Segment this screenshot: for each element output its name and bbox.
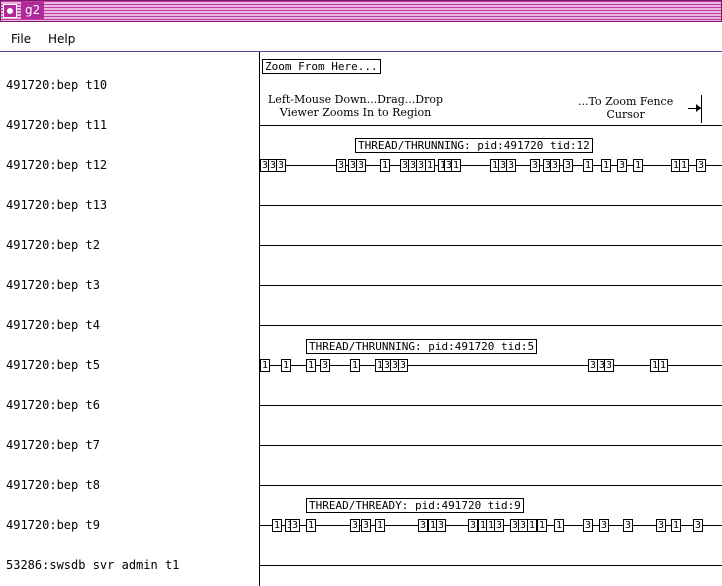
timeline-canvas[interactable]: Zoom From Here... Left-Mouse Down...Drag…	[259, 52, 722, 586]
event-marker[interactable]: 3	[361, 519, 372, 532]
zoom-fence-cursor-icon	[688, 95, 704, 123]
thread-track	[260, 285, 722, 286]
event-marker[interactable]: 3	[599, 519, 610, 532]
window-title: g2	[21, 2, 45, 19]
event-marker[interactable]: 1	[671, 519, 682, 532]
zoom-help-left: Left-Mouse Down...Drag...Drop Viewer Zoo…	[268, 93, 443, 119]
event-marker[interactable]: 3	[617, 159, 628, 172]
event-marker[interactable]: 1	[260, 359, 271, 372]
event-marker[interactable]: 3	[494, 519, 505, 532]
thread-label[interactable]: 491720:bep t3	[6, 278, 100, 292]
thread-label[interactable]: 491720:bep t12	[6, 158, 107, 172]
thread-label[interactable]: 491720:bep t5	[6, 358, 100, 372]
event-marker[interactable]: 1	[380, 159, 391, 172]
zoom-help-right-line2: Cursor	[606, 108, 645, 121]
event-marker[interactable]: 1	[451, 159, 462, 172]
thread-label-column: 491720:bep t10 491720:bep t11 491720:bep…	[0, 52, 258, 586]
thread-track	[260, 565, 722, 566]
event-marker[interactable]: 3	[418, 519, 429, 532]
menu-file[interactable]: File	[11, 32, 31, 46]
event-marker[interactable]: 1	[527, 519, 538, 532]
menu-bar: File Help	[0, 27, 722, 52]
window-menu-icon[interactable]	[3, 4, 17, 18]
zoom-help-right: ...To Zoom Fence Cursor	[578, 95, 673, 121]
thread-track	[260, 325, 722, 326]
event-label-t12[interactable]: THREAD/THRUNNING: pid:491720 tid:12	[355, 138, 593, 153]
zoom-from-here-button[interactable]: Zoom From Here...	[262, 59, 381, 74]
event-marker[interactable]: 3	[623, 519, 634, 532]
event-label-t5[interactable]: THREAD/THRUNNING: pid:491720 tid:5	[306, 339, 538, 354]
event-marker[interactable]: 1	[554, 519, 565, 532]
event-marker[interactable]: 3	[468, 519, 479, 532]
event-marker[interactable]: 1	[658, 359, 669, 372]
event-marker[interactable]: 3	[656, 519, 667, 532]
thread-track	[260, 405, 722, 406]
event-marker[interactable]: 1	[601, 159, 612, 172]
event-marker[interactable]: 1	[633, 159, 644, 172]
event-marker[interactable]: 1	[306, 359, 317, 372]
thread-label[interactable]: 491720:bep t6	[6, 398, 100, 412]
event-marker[interactable]: 1	[306, 519, 317, 532]
event-marker[interactable]: 3	[290, 519, 301, 532]
thread-label[interactable]: 491720:bep t13	[6, 198, 107, 212]
thread-label[interactable]: 491720:bep t9	[6, 518, 100, 532]
event-marker[interactable]: 3	[436, 519, 447, 532]
menu-help[interactable]: Help	[48, 32, 75, 46]
event-marker[interactable]: 3	[356, 159, 367, 172]
zoom-help-left-line2: Viewer Zooms In to Region	[279, 106, 432, 119]
thread-label[interactable]: 491720:bep t2	[6, 238, 100, 252]
event-marker[interactable]: 3	[336, 159, 347, 172]
thread-track	[260, 445, 722, 446]
thread-label[interactable]: 491720:bep t7	[6, 438, 100, 452]
event-marker[interactable]: 3	[696, 159, 707, 172]
thread-label[interactable]: 491720:bep t11	[6, 118, 107, 132]
event-marker[interactable]: 3	[583, 519, 594, 532]
event-marker[interactable]: 1	[350, 359, 361, 372]
thread-track	[260, 245, 722, 246]
event-marker[interactable]: 3	[398, 359, 409, 372]
event-marker[interactable]: 3	[550, 159, 561, 172]
event-marker[interactable]: 1	[583, 159, 594, 172]
event-marker[interactable]: 3	[530, 159, 541, 172]
event-marker[interactable]: 1	[281, 359, 292, 372]
event-marker[interactable]: 3	[693, 519, 704, 532]
thread-track	[260, 205, 722, 206]
thread-track	[260, 485, 722, 486]
zoom-help-right-line1: ...To Zoom Fence	[578, 95, 674, 108]
event-marker[interactable]: 1	[375, 519, 386, 532]
event-marker[interactable]: 1	[537, 519, 548, 532]
event-marker[interactable]: 3	[506, 159, 517, 172]
thread-label[interactable]: 491720:bep t4	[6, 318, 100, 332]
zoom-help-left-line1: Left-Mouse Down...Drag...Drop	[268, 93, 443, 106]
thread-label[interactable]: 491720:bep t10	[6, 78, 107, 92]
event-marker[interactable]: 3	[350, 519, 361, 532]
thread-label[interactable]: 53286:swsdb svr admin t1	[6, 558, 179, 572]
title-bar[interactable]: g2	[0, 0, 722, 22]
event-marker[interactable]: 3	[604, 359, 615, 372]
event-marker[interactable]: 1	[679, 159, 690, 172]
event-label-t9[interactable]: THREAD/THREADY: pid:491720 tid:9	[306, 498, 524, 513]
event-marker[interactable]: 1	[272, 519, 283, 532]
event-marker[interactable]: 1	[425, 159, 436, 172]
event-marker[interactable]: 3	[320, 359, 331, 372]
thread-label[interactable]: 491720:bep t8	[6, 478, 100, 492]
thread-track	[260, 125, 722, 126]
event-marker[interactable]: 3	[276, 159, 287, 172]
event-marker[interactable]: 3	[563, 159, 574, 172]
